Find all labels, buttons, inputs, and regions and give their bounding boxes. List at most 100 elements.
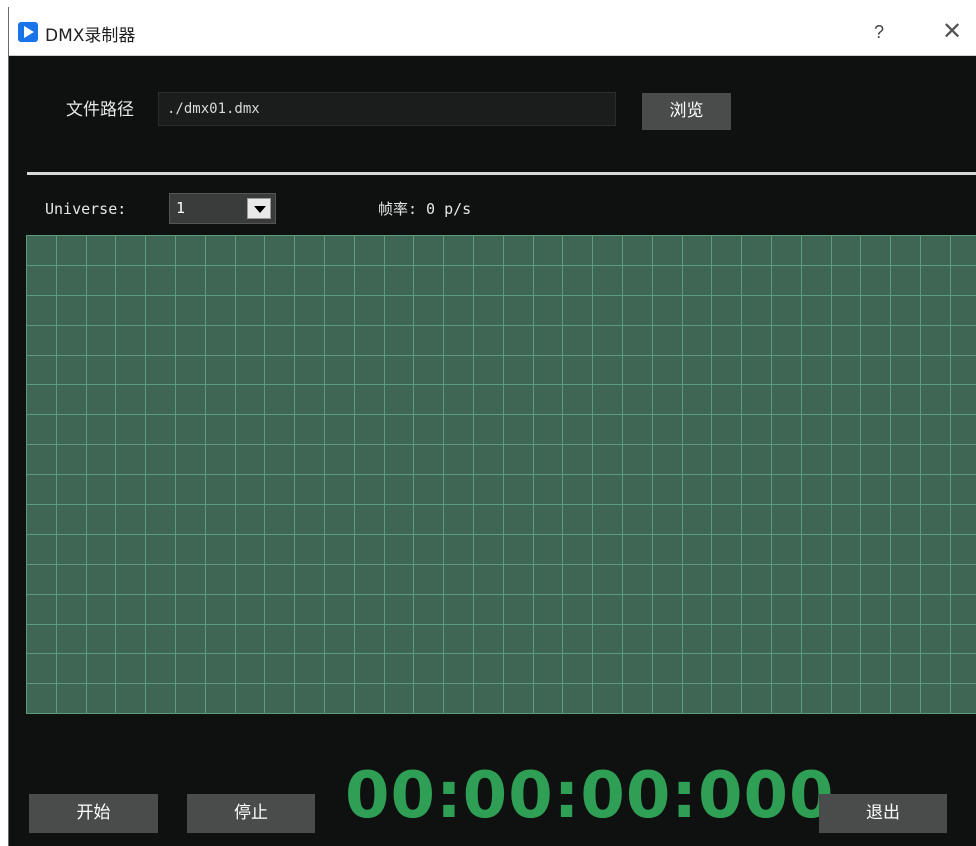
dmx-channel-cell — [622, 325, 653, 356]
dmx-channel-cell — [563, 236, 594, 266]
dmx-channel-cell — [235, 355, 266, 386]
dmx-channel-cell — [414, 295, 445, 326]
dmx-channel-cell — [891, 445, 921, 476]
dmx-channel-cell — [56, 534, 87, 565]
dmx-channel-cell — [444, 445, 474, 476]
dmx-channel-cell — [295, 445, 325, 476]
dmx-channel-cell — [56, 265, 87, 296]
dmx-channel-cell — [503, 624, 534, 655]
dmx-recorder-window: DMX录制器 ? ✕ 文件路径 ./dmx01.dmx 浏览 Universe:… — [8, 7, 976, 846]
stop-button[interactable]: 停止 — [187, 794, 315, 833]
dmx-channel-cell — [563, 564, 594, 595]
help-button[interactable]: ? — [864, 17, 894, 47]
close-button[interactable]: ✕ — [934, 17, 970, 47]
dmx-channel-cell — [563, 445, 594, 476]
dmx-channel-cell — [235, 415, 266, 446]
dmx-channel-cell — [771, 624, 802, 655]
dmx-channel-cell — [533, 654, 564, 685]
dmx-channel-cell — [27, 445, 57, 476]
dmx-channel-cell — [56, 654, 87, 685]
browse-button[interactable]: 浏览 — [642, 93, 731, 130]
dmx-channel-cell — [116, 475, 147, 506]
file-path-input[interactable]: ./dmx01.dmx — [158, 92, 616, 126]
dmx-channel-cell — [265, 415, 296, 446]
dmx-channel-cell — [950, 356, 976, 386]
exit-button[interactable]: 退出 — [819, 794, 947, 833]
dmx-channel-cell — [712, 534, 743, 565]
universe-select[interactable]: 1 — [169, 193, 276, 224]
dmx-channel-cell — [920, 445, 951, 476]
dmx-channel-cell — [175, 265, 206, 296]
dmx-channel-cell — [801, 475, 832, 506]
dmx-channel-cell — [86, 534, 117, 565]
dmx-channel-cell — [324, 564, 355, 595]
dmx-channel-cell — [563, 355, 594, 386]
dmx-channel-cell — [235, 385, 266, 416]
dmx-channel-cell — [235, 594, 266, 625]
dmx-channel-cell — [682, 684, 713, 714]
dmx-channel-cell — [116, 295, 147, 326]
dmx-channel-cell — [444, 594, 474, 625]
dmx-channel-cell — [920, 415, 951, 446]
dmx-channel-cell — [712, 594, 743, 625]
dmx-channel-cell — [324, 475, 355, 506]
dmx-channel-cell — [56, 505, 87, 535]
dmx-channel-cell — [682, 265, 713, 296]
dmx-channel-cell — [86, 355, 117, 386]
dmx-channel-cell — [205, 475, 236, 506]
dmx-channel-cell — [414, 385, 445, 416]
dmx-channel-cell — [473, 355, 504, 386]
dmx-channel-cell — [622, 385, 653, 416]
dmx-channel-cell — [56, 295, 87, 326]
dmx-channel-cell — [593, 654, 623, 685]
dmx-channel-cell — [56, 355, 87, 386]
dmx-channel-cell — [712, 564, 743, 595]
chevron-down-icon[interactable] — [247, 198, 271, 219]
dmx-channel-cell — [146, 534, 176, 565]
dmx-channel-cell — [354, 385, 385, 416]
dmx-channel-cell — [205, 265, 236, 296]
dmx-channel-cell — [801, 534, 832, 565]
dmx-channel-cell — [682, 624, 713, 655]
dmx-channel-cell — [473, 534, 504, 565]
dmx-channel-cell — [324, 594, 355, 625]
dmx-channel-cell — [622, 475, 653, 506]
dmx-channel-cell — [27, 624, 57, 655]
dmx-channel-cell — [473, 564, 504, 595]
dmx-channel-cell — [205, 385, 236, 416]
dmx-channel-cell — [891, 654, 921, 685]
dmx-channel-cell — [652, 325, 683, 356]
dmx-channel-cell — [861, 624, 892, 655]
dmx-channel-cell — [652, 624, 683, 655]
dmx-channel-cell — [384, 475, 415, 506]
dmx-channel-cell — [175, 534, 206, 565]
dmx-channel-cell — [265, 295, 296, 326]
dmx-channel-cell — [146, 684, 176, 714]
dmx-channel-cell — [235, 325, 266, 356]
dmx-channel-cell — [593, 236, 623, 266]
dmx-channel-cell — [414, 445, 445, 476]
start-button[interactable]: 开始 — [29, 794, 158, 833]
dmx-channel-cell — [324, 325, 355, 356]
dmx-channel-cell — [861, 295, 892, 326]
dmx-channel-cell — [295, 505, 325, 535]
dmx-channel-cell — [563, 325, 594, 356]
dmx-channel-cell — [175, 385, 206, 416]
dmx-channel-cell — [86, 505, 117, 535]
dmx-channel-cell — [652, 684, 683, 714]
dmx-channel-cell — [622, 265, 653, 296]
dmx-channel-cell — [742, 564, 772, 595]
dmx-channel-cell — [414, 684, 445, 714]
dmx-channel-cell — [533, 445, 564, 476]
dmx-channel-cell — [324, 415, 355, 446]
dmx-channel-cell — [652, 505, 683, 535]
dmx-channel-cell — [295, 265, 325, 296]
dmx-channel-cell — [593, 415, 623, 446]
dmx-channel-cell — [27, 475, 57, 506]
dmx-channel-cell — [116, 415, 147, 446]
dmx-channel-cell — [384, 325, 415, 356]
dmx-channel-cell — [205, 624, 236, 655]
dmx-channel-cell — [265, 654, 296, 685]
dmx-channel-cell — [116, 445, 147, 476]
dmx-channel-cell — [146, 654, 176, 685]
